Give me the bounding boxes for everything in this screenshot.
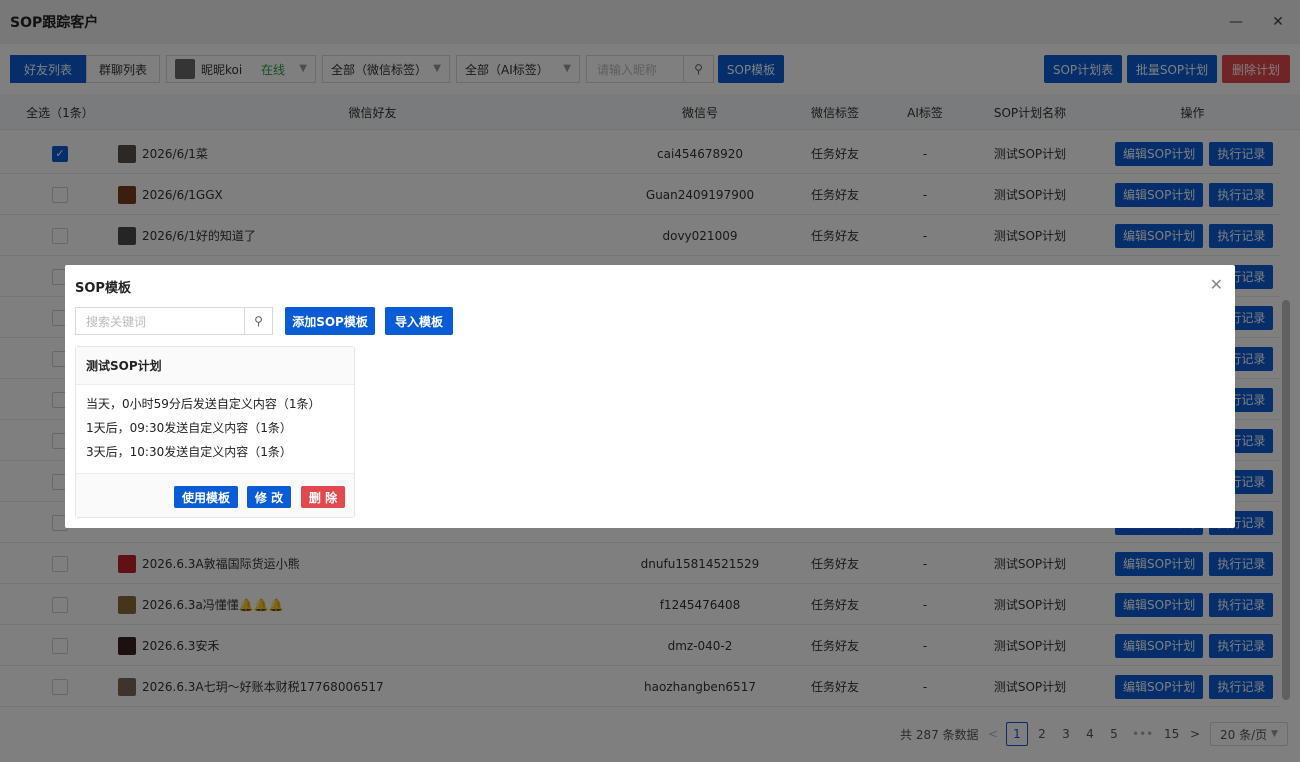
template-search: 搜索关键词 ⚲ <box>75 307 273 335</box>
edit-template-button[interactable]: 修 改 <box>247 486 291 508</box>
template-search-input[interactable]: 搜索关键词 <box>76 313 244 330</box>
template-step: 3天后，10:30发送自定义内容（1条） <box>86 444 292 459</box>
dialog-close-icon[interactable]: ✕ <box>1210 275 1223 294</box>
search-icon[interactable]: ⚲ <box>244 308 272 334</box>
delete-template-button[interactable]: 删 除 <box>301 486 345 508</box>
dialog-title: SOP模板 <box>75 281 131 296</box>
template-step: 1天后，09:30发送自定义内容（1条） <box>86 420 292 435</box>
template-card-footer: 使用模板 修 改 删 除 <box>76 473 354 517</box>
template-card-title: 测试SOP计划 <box>76 347 354 385</box>
import-template-button[interactable]: 导入模板 <box>385 307 453 335</box>
app-window: SOP跟踪客户 — ✕ 好友列表 群聊列表 昵昵koi 在线 ▼ 全部（微信标签… <box>0 0 1300 762</box>
add-sop-template-button[interactable]: 添加SOP模板 <box>285 307 375 335</box>
use-template-button[interactable]: 使用模板 <box>174 486 238 508</box>
sop-template-dialog: SOP模板 ✕ 搜索关键词 ⚲ 添加SOP模板 导入模板 测试SOP计划 当天，… <box>65 265 1235 528</box>
template-card: 测试SOP计划 当天，0小时59分后发送自定义内容（1条） 1天后，09:30发… <box>75 346 355 518</box>
template-step: 当天，0小时59分后发送自定义内容（1条） <box>86 396 321 411</box>
